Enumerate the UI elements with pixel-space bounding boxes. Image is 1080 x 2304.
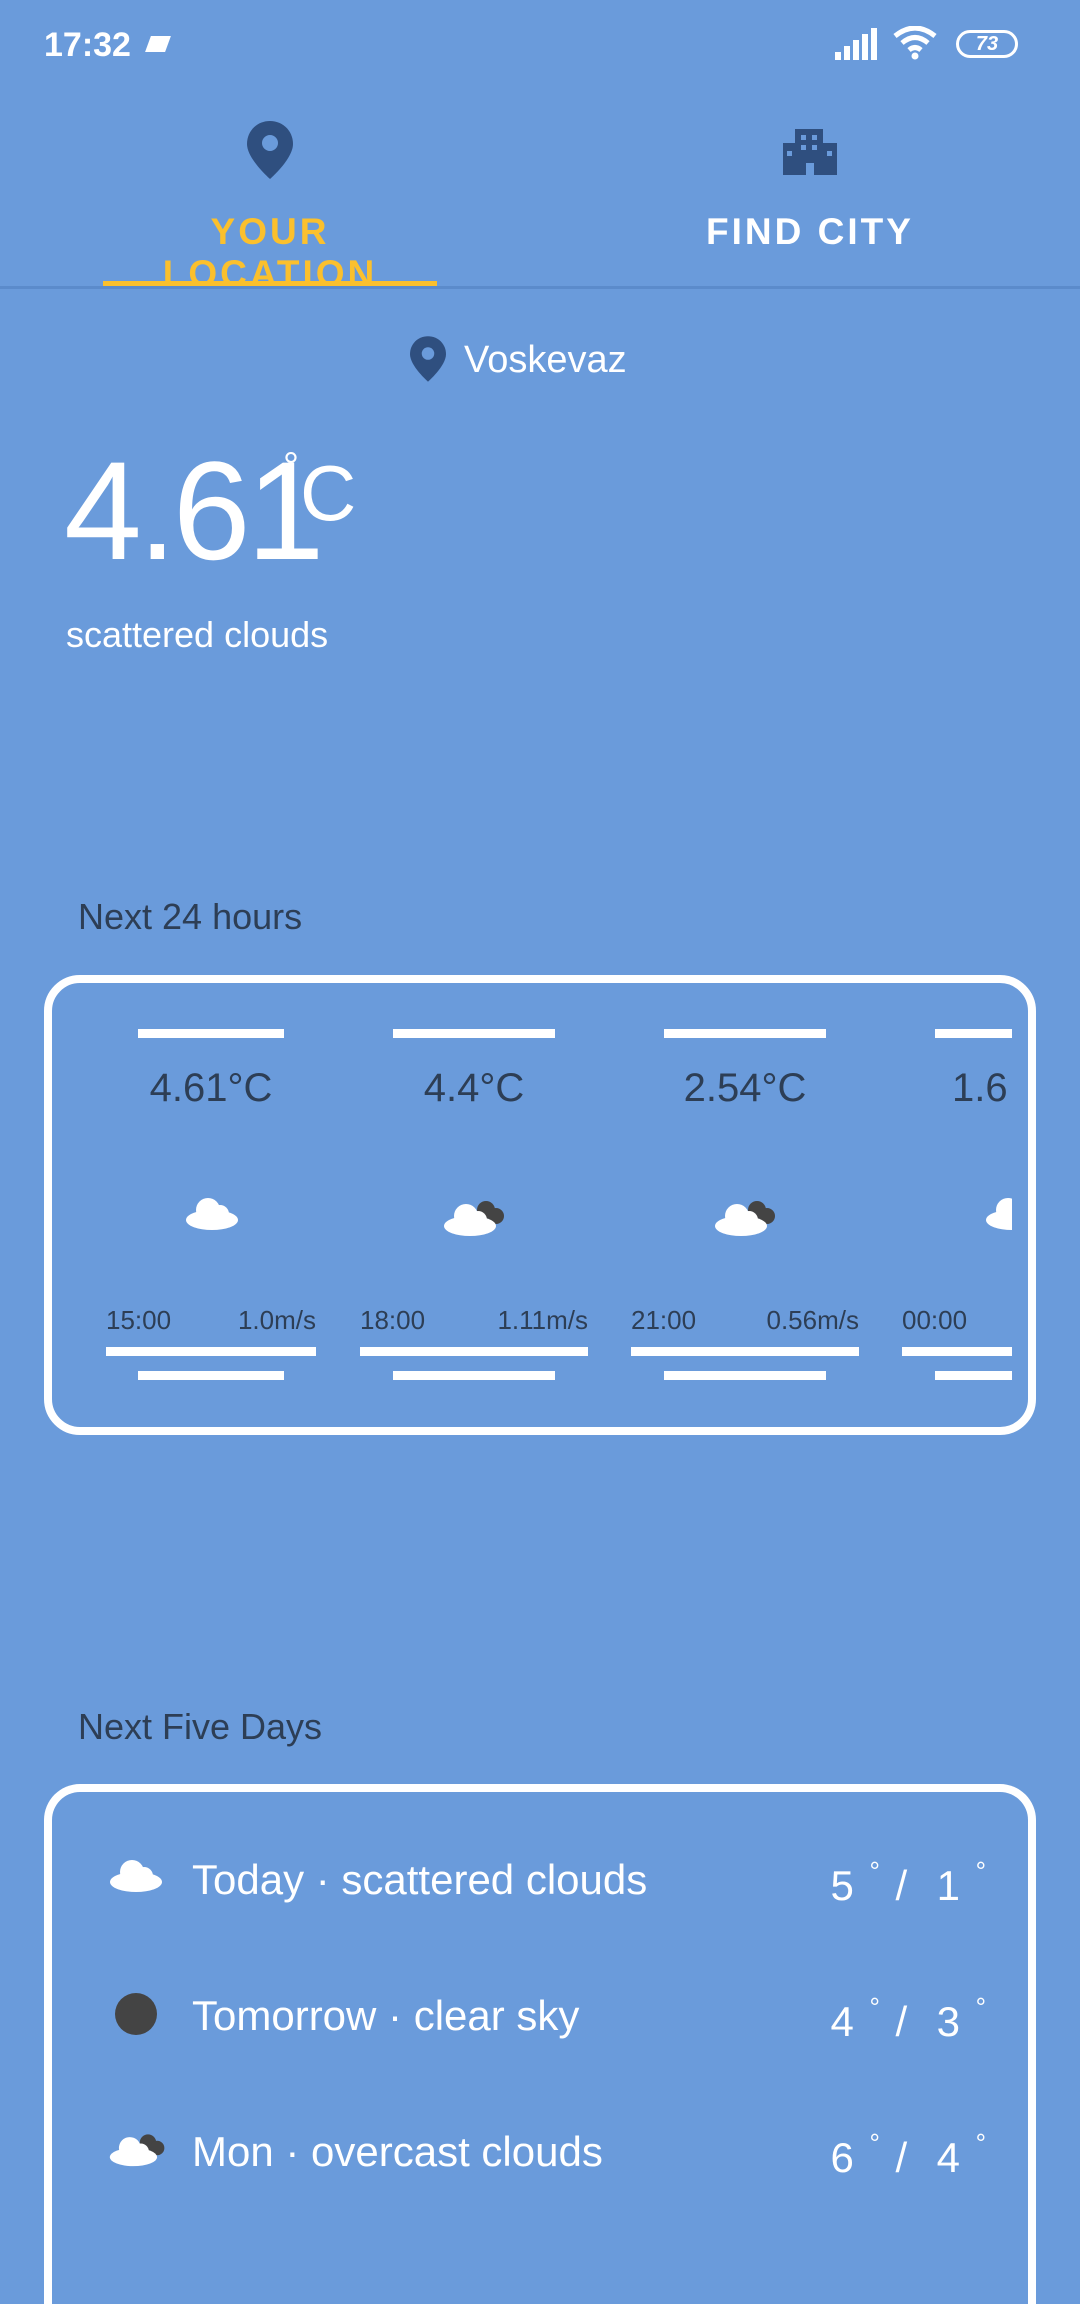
daily-low: 4 (936, 2134, 962, 2181)
hourly-wind: 1.11m/s (497, 1305, 588, 1335)
hourly-item: 1.6 00:00 (902, 983, 1012, 1427)
status-time: 17:32 (44, 26, 131, 64)
hourly-item: 2.54°C 21:00 0.56m/s (631, 983, 859, 1427)
daily-temps: 5 ° / 1 ° (830, 1856, 988, 1910)
daily-section-title: Next Five Days (78, 1706, 323, 1747)
hourly-wind: 1.0m/s (237, 1305, 316, 1335)
degree-symbol: ° (869, 1992, 882, 2022)
cloud-icon (110, 1860, 162, 1892)
daily-temps: 6 ° / 4 ° (830, 2128, 988, 2182)
temp-separator: / (895, 1998, 910, 2045)
divider-bar (138, 1371, 284, 1380)
hourly-item: 4.4°C 18:00 1.11m/s (360, 983, 588, 1427)
hourly-section-title: Next 24 hours (78, 896, 303, 937)
cloud-icon (186, 1198, 238, 1230)
divider-bar (664, 1371, 826, 1380)
hourly-temp: 2.54°C (683, 1066, 807, 1110)
daily-row: Tomorrow · clear sky 4 ° / 3 ° (52, 1972, 1028, 2072)
daily-row: Today · scattered clouds 5 ° / 1 ° (52, 1836, 1028, 1936)
temp-separator: / (895, 2134, 910, 2181)
daily-low: 1 (936, 1862, 962, 1909)
degree-symbol: ° (975, 2128, 988, 2158)
temp-separator: / (895, 1862, 910, 1909)
daily-row: Mon · overcast clouds 6 ° / 4 ° (52, 2108, 1028, 2208)
daily-label: Mon · overcast clouds (192, 2128, 603, 2175)
temperature-unit: C (300, 449, 357, 537)
hourly-wind: 0.56m/s (766, 1305, 860, 1335)
daily-forecast-card[interactable]: Today · scattered clouds 5 ° / 1 ° Tomor… (44, 1784, 1036, 2304)
current-temperature: 4.61 (64, 432, 324, 589)
divider-bar (393, 1371, 555, 1380)
cloud-dark-icon (109, 2134, 165, 2167)
degree-symbol: ° (975, 1992, 988, 2022)
divider-bar (935, 1371, 1012, 1380)
tab-find-city[interactable]: FIND CITY (648, 95, 972, 285)
hourly-temp: 4.61°C (149, 1066, 273, 1110)
tab-your-location[interactable]: YOUR LOCATION (103, 95, 437, 294)
divider-bar (360, 1347, 588, 1356)
divider-bar (393, 1029, 555, 1038)
daily-high: 4 (830, 1998, 856, 2045)
divider-bar (138, 1029, 284, 1038)
daily-label: Tomorrow · clear sky (192, 1992, 580, 2039)
tab-divider (0, 286, 1080, 289)
hourly-temp: 1.6 (952, 1066, 1008, 1110)
wifi-icon (893, 26, 937, 60)
city-buildings-icon (783, 129, 837, 175)
tab-label: FIND CITY (706, 211, 914, 252)
hourly-time: 15:00 (106, 1305, 172, 1335)
degree-symbol: ° (869, 2128, 882, 2158)
daily-high: 6 (830, 2134, 856, 2181)
divider-bar (106, 1347, 316, 1356)
hourly-temp: 4.4°C (423, 1066, 525, 1110)
hourly-forecast-card[interactable]: 4.61°C 15:00 1.0m/s 4.4°C 18:00 1.11m/s … (44, 975, 1036, 1435)
notification-icon (145, 36, 171, 52)
degree-symbol: ° (283, 445, 299, 489)
location-name: Voskevaz (464, 339, 627, 381)
degree-symbol: ° (975, 1856, 988, 1886)
hourly-time: 21:00 (631, 1305, 697, 1335)
cloud-dark-icon (715, 1201, 775, 1236)
signal-icon (835, 28, 877, 60)
daily-high: 5 (830, 1862, 856, 1909)
moon-dark-icon (115, 1993, 157, 2035)
cloud-icon (986, 1198, 1012, 1230)
hourly-item: 4.61°C 15:00 1.0m/s (106, 983, 316, 1427)
daily-label: Today · scattered clouds (192, 1856, 648, 1903)
location-pin-icon (247, 121, 293, 179)
tab-bar: YOUR LOCATION FIND CITY (0, 95, 1080, 294)
divider-bar (902, 1347, 1012, 1356)
hourly-time: 18:00 (360, 1305, 426, 1335)
location-pin-icon (410, 336, 446, 382)
cloud-dark-icon (444, 1201, 504, 1236)
divider-bar (631, 1347, 859, 1356)
degree-symbol: ° (869, 1856, 882, 1886)
daily-low: 3 (936, 1998, 962, 2045)
weather-description: scattered clouds (66, 614, 329, 655)
hourly-time: 00:00 (902, 1305, 968, 1335)
daily-temps: 4 ° / 3 ° (830, 1992, 988, 2046)
battery-indicator: 73 (956, 30, 1018, 58)
divider-bar (935, 1029, 1012, 1038)
divider-bar (664, 1029, 826, 1038)
